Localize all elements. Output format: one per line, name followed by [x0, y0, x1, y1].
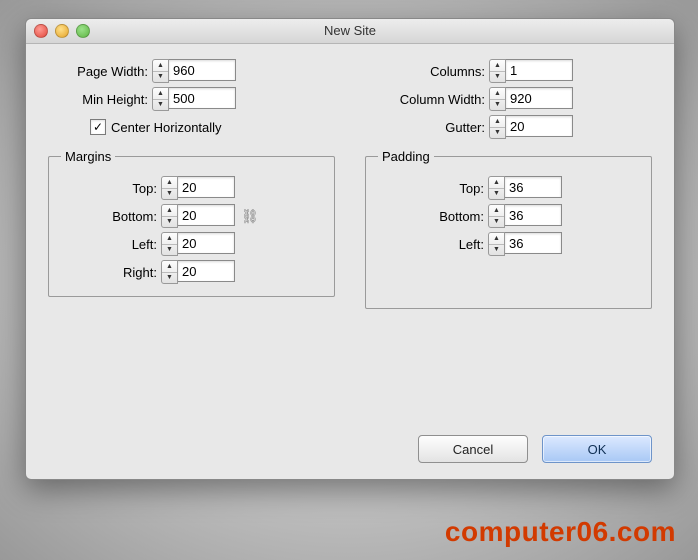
margins-legend: Margins: [61, 149, 115, 164]
link-icon[interactable]: ⛓: [241, 208, 259, 225]
margin-right-input[interactable]: [178, 260, 235, 282]
padding-bottom-label: Bottom:: [378, 209, 488, 224]
padding-left-input[interactable]: [505, 232, 562, 254]
chevron-down-icon[interactable]: ▼: [490, 72, 505, 83]
margin-top-label: Top:: [61, 181, 161, 196]
chevron-down-icon[interactable]: ▼: [490, 128, 505, 139]
cancel-button[interactable]: Cancel: [418, 435, 528, 463]
stepper-buttons[interactable]: ▲ ▼: [152, 59, 169, 83]
checkmark-icon: ✓: [93, 121, 103, 133]
margin-left-label: Left:: [61, 237, 161, 252]
gutter-input[interactable]: [506, 115, 573, 137]
column-settings: Columns: ▲ ▼ Column Width: ▲ ▼: [365, 57, 652, 141]
page-width-input[interactable]: [169, 59, 236, 81]
chevron-down-icon[interactable]: ▼: [162, 273, 177, 284]
chevron-down-icon[interactable]: ▼: [153, 100, 168, 111]
page-settings: Page Width: ▲ ▼ Min Height: ▲ ▼: [48, 57, 335, 141]
padding-legend: Padding: [378, 149, 434, 164]
stepper-buttons[interactable]: ▲▼: [161, 232, 178, 256]
margins-fieldset: Margins Top: ▲▼ Bottom: ▲▼: [48, 149, 335, 297]
chevron-down-icon[interactable]: ▼: [162, 217, 177, 228]
stepper-buttons[interactable]: ▲ ▼: [489, 87, 506, 111]
gutter-label: Gutter:: [365, 120, 489, 135]
columns-stepper[interactable]: ▲ ▼: [489, 59, 573, 83]
min-height-stepper[interactable]: ▲ ▼: [152, 87, 236, 111]
chevron-up-icon[interactable]: ▲: [153, 60, 168, 72]
chevron-up-icon[interactable]: ▲: [489, 177, 504, 189]
padding-left-stepper[interactable]: ▲▼: [488, 232, 562, 256]
ok-button[interactable]: OK: [542, 435, 652, 463]
chevron-up-icon[interactable]: ▲: [490, 60, 505, 72]
margin-right-stepper[interactable]: ▲▼: [161, 260, 235, 284]
padding-top-input[interactable]: [505, 176, 562, 198]
zoom-icon[interactable]: [76, 24, 90, 38]
chevron-down-icon[interactable]: ▼: [489, 245, 504, 256]
chevron-down-icon[interactable]: ▼: [490, 100, 505, 111]
margin-left-stepper[interactable]: ▲▼: [161, 232, 235, 256]
chevron-up-icon[interactable]: ▲: [153, 88, 168, 100]
center-horizontally-checkbox[interactable]: ✓: [90, 119, 106, 135]
chevron-up-icon[interactable]: ▲: [490, 88, 505, 100]
chevron-down-icon[interactable]: ▼: [153, 72, 168, 83]
stepper-buttons[interactable]: ▲▼: [488, 176, 505, 200]
margin-left-input[interactable]: [178, 232, 235, 254]
margin-right-label: Right:: [61, 265, 161, 280]
page-width-label: Page Width:: [48, 64, 152, 79]
chevron-up-icon[interactable]: ▲: [162, 177, 177, 189]
columns-input[interactable]: [506, 59, 573, 81]
minimize-icon[interactable]: [55, 24, 69, 38]
stepper-buttons[interactable]: ▲ ▼: [489, 59, 506, 83]
min-height-input[interactable]: [169, 87, 236, 109]
gutter-stepper[interactable]: ▲ ▼: [489, 115, 573, 139]
top-columns: Page Width: ▲ ▼ Min Height: ▲ ▼: [48, 57, 652, 141]
close-icon[interactable]: [34, 24, 48, 38]
chevron-down-icon[interactable]: ▼: [162, 189, 177, 200]
chevron-down-icon[interactable]: ▼: [162, 245, 177, 256]
bottom-columns: Margins Top: ▲▼ Bottom: ▲▼: [48, 149, 652, 309]
padding-bottom-stepper[interactable]: ▲▼: [488, 204, 562, 228]
dialog-body: Page Width: ▲ ▼ Min Height: ▲ ▼: [26, 43, 674, 479]
chevron-up-icon[interactable]: ▲: [162, 233, 177, 245]
padding-top-stepper[interactable]: ▲▼: [488, 176, 562, 200]
stepper-buttons[interactable]: ▲ ▼: [489, 115, 506, 139]
min-height-label: Min Height:: [48, 92, 152, 107]
chevron-up-icon[interactable]: ▲: [489, 205, 504, 217]
dialog-window: New Site Page Width: ▲ ▼ Min Height:: [25, 18, 675, 480]
stepper-buttons[interactable]: ▲▼: [488, 232, 505, 256]
padding-fieldset: Padding Top: ▲▼ Bottom: ▲▼: [365, 149, 652, 309]
padding-group: Padding Top: ▲▼ Bottom: ▲▼: [365, 149, 652, 309]
chevron-up-icon[interactable]: ▲: [162, 261, 177, 273]
margin-bottom-input[interactable]: [178, 204, 235, 226]
margin-bottom-stepper[interactable]: ▲▼: [161, 204, 235, 228]
padding-top-label: Top:: [378, 181, 488, 196]
stepper-buttons[interactable]: ▲▼: [488, 204, 505, 228]
chevron-down-icon[interactable]: ▼: [489, 189, 504, 200]
dialog-buttons: Cancel OK: [418, 435, 652, 463]
window-controls: [34, 24, 90, 38]
center-horizontally-label: Center Horizontally: [111, 120, 222, 135]
titlebar: New Site: [26, 19, 674, 44]
window-title: New Site: [324, 23, 376, 38]
chevron-up-icon[interactable]: ▲: [489, 233, 504, 245]
chevron-up-icon[interactable]: ▲: [162, 205, 177, 217]
column-width-stepper[interactable]: ▲ ▼: [489, 87, 573, 111]
stepper-buttons[interactable]: ▲ ▼: [152, 87, 169, 111]
stepper-buttons[interactable]: ▲▼: [161, 260, 178, 284]
columns-label: Columns:: [365, 64, 489, 79]
margin-bottom-label: Bottom:: [61, 209, 161, 224]
page-width-stepper[interactable]: ▲ ▼: [152, 59, 236, 83]
margins-group: Margins Top: ▲▼ Bottom: ▲▼: [48, 149, 335, 309]
chevron-up-icon[interactable]: ▲: [490, 116, 505, 128]
column-width-label: Column Width:: [365, 92, 489, 107]
column-width-input[interactable]: [506, 87, 573, 109]
padding-bottom-input[interactable]: [505, 204, 562, 226]
margin-top-input[interactable]: [178, 176, 235, 198]
stepper-buttons[interactable]: ▲▼: [161, 204, 178, 228]
stepper-buttons[interactable]: ▲▼: [161, 176, 178, 200]
watermark-text: computer06.com: [445, 516, 676, 548]
chevron-down-icon[interactable]: ▼: [489, 217, 504, 228]
margin-top-stepper[interactable]: ▲▼: [161, 176, 235, 200]
padding-left-label: Left:: [378, 237, 488, 252]
